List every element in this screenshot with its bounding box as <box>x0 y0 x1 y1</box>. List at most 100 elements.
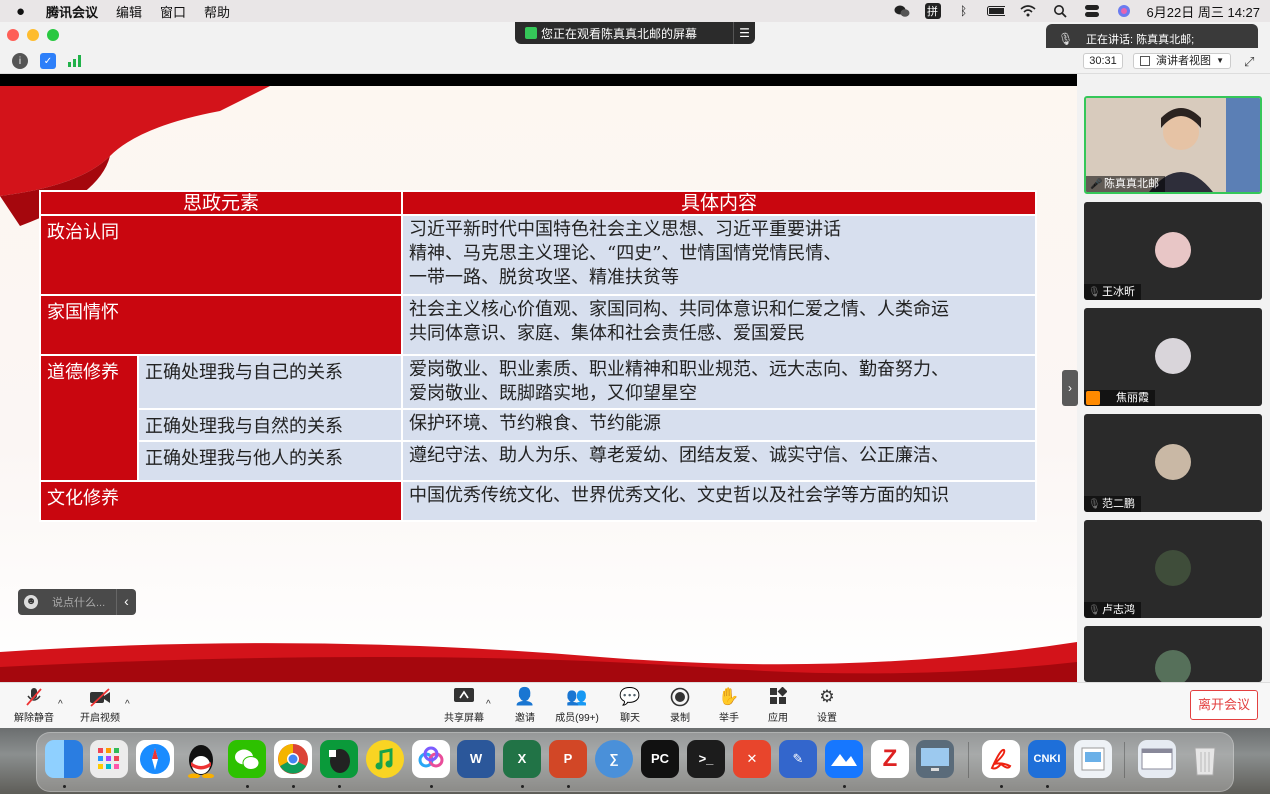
running-indicator <box>292 785 295 788</box>
input-method-icon[interactable]: 拼 <box>924 3 941 19</box>
audio-options-chevron-icon[interactable]: ^ <box>58 699 63 710</box>
evernote-icon[interactable] <box>320 740 358 778</box>
music-icon[interactable] <box>366 740 404 778</box>
finder-icon[interactable] <box>45 740 83 778</box>
header-elements: 思政元素 <box>39 190 403 216</box>
fullscreen-icon[interactable]: ⤢ <box>1244 54 1254 70</box>
running-indicator <box>567 785 570 788</box>
running-indicator <box>338 785 341 788</box>
emoji-icon[interactable]: ☻ <box>24 595 38 609</box>
baidu-netdisk-icon[interactable] <box>412 740 450 778</box>
powerpoint-icon[interactable]: P <box>549 740 587 778</box>
participants-panel: 🎤 陈真真北邮 🎙 王冰昕 🎙 焦丽霞 🎙 范二鹏 🎙 卢志鸿 <box>1077 74 1270 682</box>
table-row: 道德修养 正确处理我与自己的关系 爱岗敬业、职业素质、职业精神和职业规范、远大志… <box>39 354 1037 482</box>
running-indicator <box>1000 785 1003 788</box>
row-category: 政治认同 <box>39 214 403 296</box>
table-row: 正确处理我与他人的关系 遵纪守法、助人为乐、尊老爱幼、团结友爱、诚实守信、公正廉… <box>40 440 1037 482</box>
members-button[interactable]: 👥 成员(99+) <box>547 687 607 727</box>
wechat-icon[interactable] <box>228 740 266 778</box>
collapse-chat-icon[interactable]: ‹ <box>116 589 136 615</box>
participant-tile-speaker[interactable]: 🎤 陈真真北邮 <box>1084 96 1262 194</box>
xmind-icon[interactable]: ✕ <box>733 740 771 778</box>
menu-window[interactable]: 窗口 <box>160 2 186 21</box>
share-options-chevron-icon[interactable]: ^ <box>486 699 491 710</box>
row-content: 中国优秀传统文化、世界优秀文化、文史哲以及社会学等方面的知识 <box>401 480 1037 522</box>
video-options-chevron-icon[interactable]: ^ <box>125 699 130 710</box>
dock-separator <box>968 742 969 778</box>
participant-tile[interactable]: 🎙 范二鹏 <box>1084 414 1262 512</box>
participant-name: 卢志鸿 <box>1084 602 1141 618</box>
acrobat-icon[interactable] <box>982 740 1020 778</box>
meeting-timer: 30:31 <box>1083 53 1123 69</box>
lark-icon[interactable] <box>825 740 863 778</box>
trash-icon[interactable] <box>1186 740 1224 778</box>
participant-tile[interactable]: 🎙 王冰昕 <box>1084 202 1262 300</box>
clock[interactable]: 6月22日 周三 14:27 <box>1147 2 1260 21</box>
table-header-row: 思政元素 具体内容 <box>39 190 1037 216</box>
participant-tile[interactable]: 🎙 焦丽霞 <box>1084 308 1262 406</box>
avatar <box>1155 650 1191 682</box>
apple-icon[interactable]: ● <box>16 3 34 20</box>
info-icon[interactable]: i <box>12 53 28 69</box>
excel-icon[interactable]: X <box>503 740 541 778</box>
spotlight-icon[interactable] <box>1051 3 1069 19</box>
view-mode-dropdown[interactable]: 演讲者视图 ▼ <box>1133 53 1231 69</box>
avatar <box>1155 550 1191 586</box>
chat-label: 聊天 <box>620 713 640 724</box>
participant-tile[interactable] <box>1084 626 1262 682</box>
menu-app-name[interactable]: 腾讯会议 <box>46 2 98 21</box>
control-center-icon[interactable] <box>1083 3 1101 19</box>
invite-button[interactable]: 👤 邀请 <box>495 687 555 727</box>
signal-strength-icon[interactable] <box>67 53 83 69</box>
siri-icon[interactable] <box>1115 3 1133 19</box>
qq-icon[interactable] <box>182 740 220 779</box>
launchpad-icon[interactable] <box>90 740 128 778</box>
avatar <box>1155 338 1191 374</box>
share-screen-button[interactable]: 共享屏幕 <box>434 687 494 727</box>
sharing-indicator-icon <box>525 27 537 39</box>
close-window-button[interactable] <box>7 29 19 41</box>
preview-icon[interactable] <box>1074 740 1112 778</box>
collapse-sidebar-icon[interactable]: › <box>1062 370 1078 406</box>
record-label: 录制 <box>670 713 690 724</box>
wechat-icon[interactable] <box>893 3 911 19</box>
content-line: 爱岗敬业、职业素质、职业精神和职业规范、远大志向、勤奋努力、 <box>409 359 949 380</box>
participant-name: 陈真真北邮 <box>1086 176 1165 192</box>
row-subcategory: 正确处理我与自然的关系 <box>137 408 403 442</box>
screen-icon[interactable] <box>916 740 954 778</box>
safari-icon[interactable] <box>136 740 174 778</box>
settings-button[interactable]: ⚙ 设置 <box>797 687 857 727</box>
menu-edit[interactable]: 编辑 <box>116 2 142 21</box>
pycharm-icon[interactable]: PC <box>641 740 679 778</box>
pencil-icon[interactable]: ✎ <box>779 740 817 778</box>
word-icon[interactable]: W <box>457 740 495 778</box>
security-shield-icon[interactable]: ✓ <box>40 53 56 69</box>
chrome-icon[interactable] <box>274 740 312 778</box>
participant-tile[interactable]: 🎙 卢志鸿 <box>1084 520 1262 618</box>
mathtype-icon[interactable]: ∑ <box>595 740 633 778</box>
quick-chat-input[interactable]: ☻ 说点什么... ‹ <box>18 589 136 615</box>
start-video-button[interactable]: 开启视频 <box>70 687 130 727</box>
terminal-icon[interactable]: >_ <box>687 740 725 778</box>
running-indicator <box>246 785 249 788</box>
sharing-menu-icon[interactable]: ☰ <box>733 22 755 44</box>
screen-sharing-banner[interactable]: 您正在观看陈真真北邮的屏幕 ☰ <box>515 22 755 44</box>
menu-help[interactable]: 帮助 <box>204 2 230 21</box>
bluetooth-icon[interactable]: ᛒ <box>955 3 973 19</box>
zotero-icon[interactable]: Z <box>871 740 909 778</box>
unmute-button[interactable]: 解除静音 <box>4 687 64 727</box>
zoom-window-button[interactable] <box>47 29 59 41</box>
mic-icon: 🎙 <box>1058 32 1074 46</box>
window-icon[interactable] <box>1138 740 1176 778</box>
shared-screen: 思政元素 具体内容 政治认同 习近平新时代中国特色社会主义思想、习近平重要讲话 … <box>0 74 1077 682</box>
content-line: 一带一路、脱贫攻坚、精准扶贫等 <box>409 267 679 288</box>
battery-icon[interactable] <box>986 3 1005 19</box>
cnki-icon[interactable]: CNKI <box>1028 740 1066 778</box>
minimize-window-button[interactable] <box>27 29 39 41</box>
gear-icon: ⚙ <box>819 687 835 706</box>
red-wave-decoration <box>0 642 1077 682</box>
running-indicator <box>1046 785 1049 788</box>
content-line: 爱岗敬业、既脚踏实地，又仰望星空 <box>409 383 697 404</box>
leave-meeting-button[interactable]: 离开会议 <box>1190 690 1258 720</box>
wifi-icon[interactable] <box>1019 3 1037 19</box>
